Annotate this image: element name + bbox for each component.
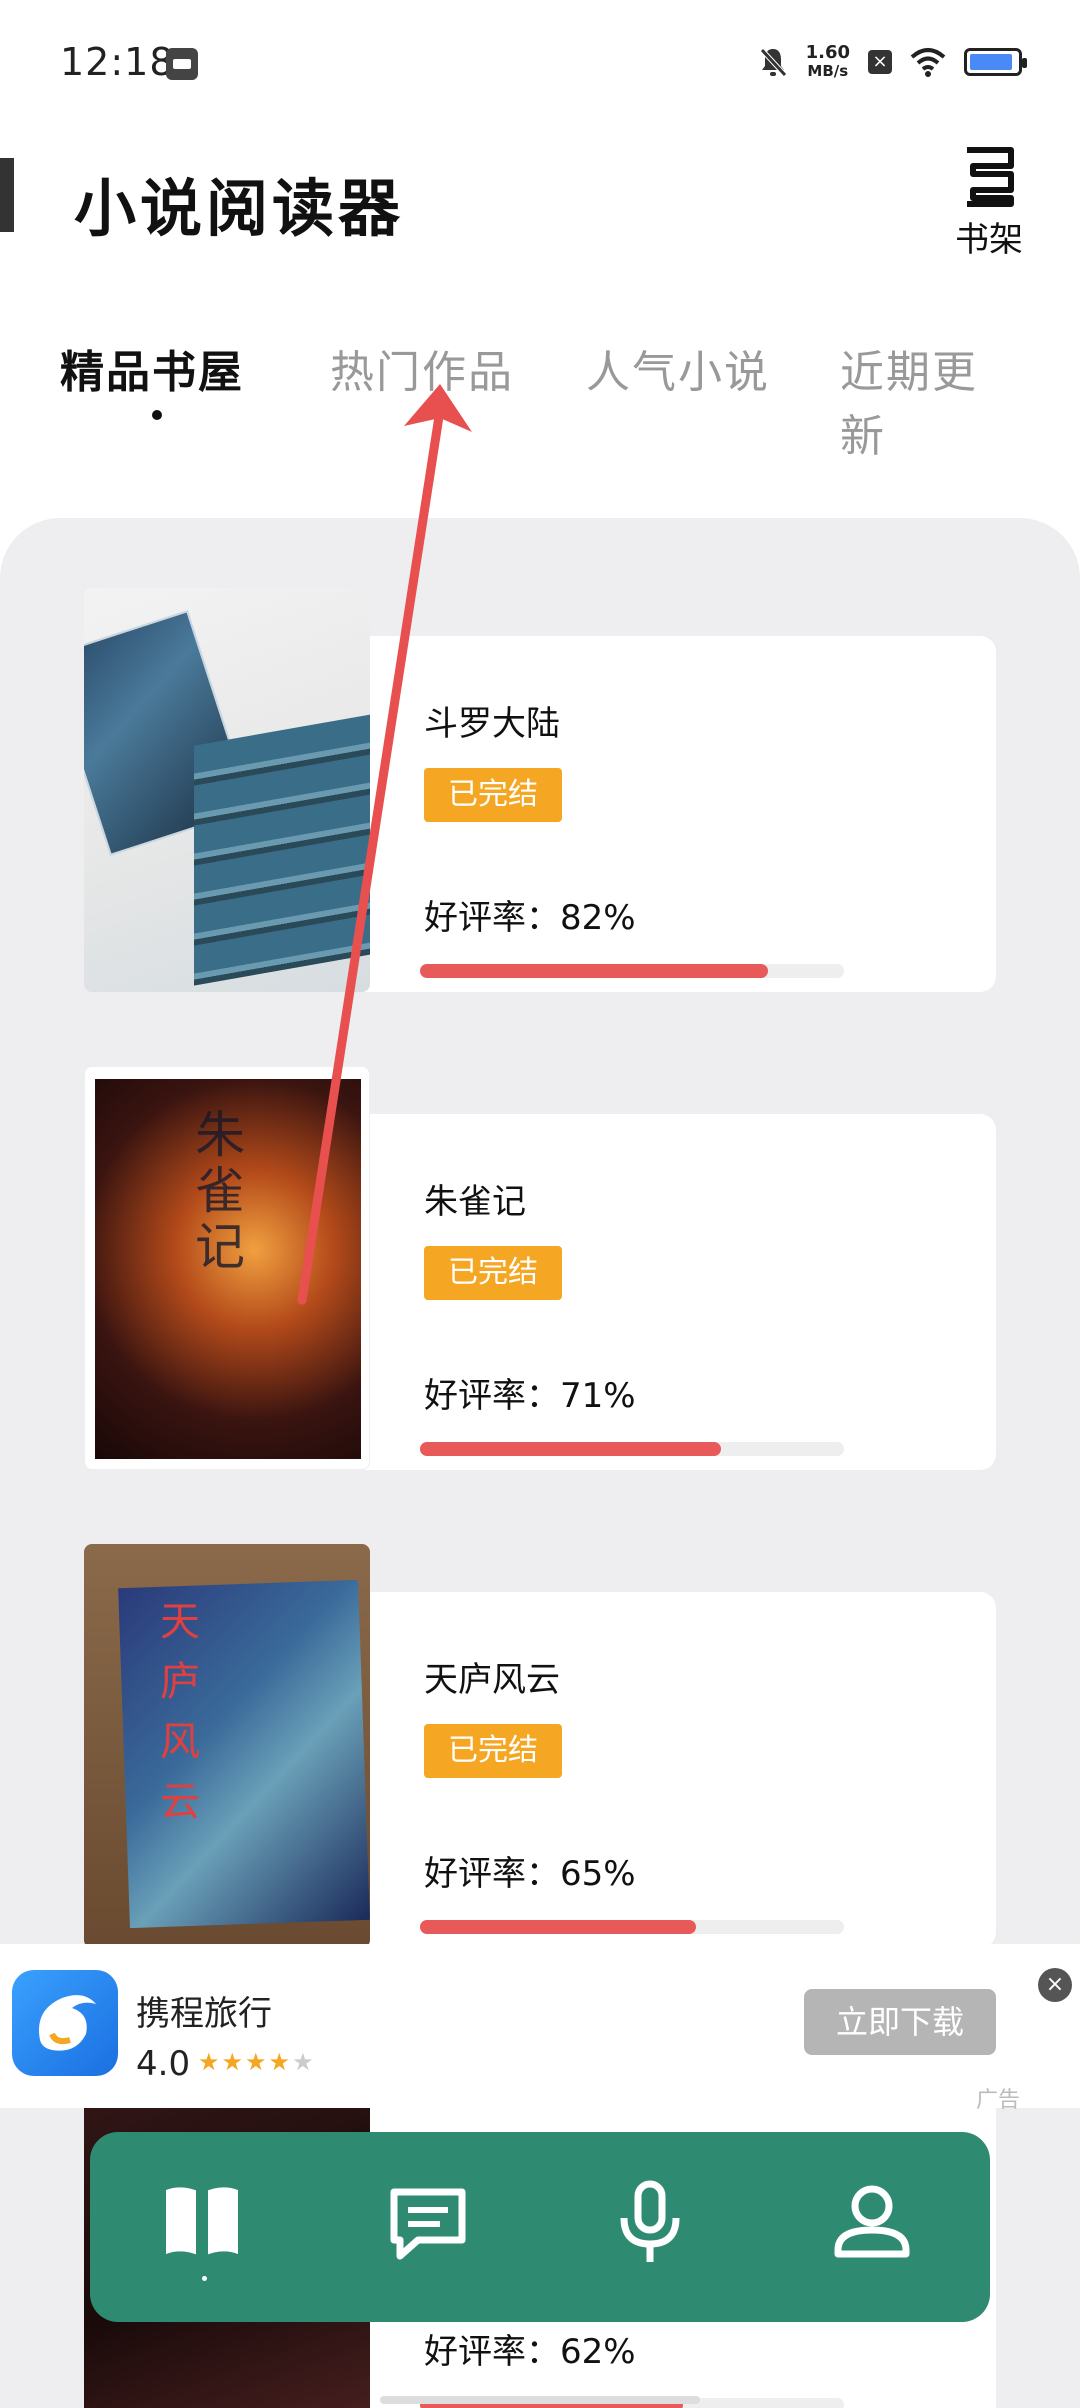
nav-voice[interactable] bbox=[600, 2172, 700, 2272]
status-badge: 已完结 bbox=[424, 1724, 562, 1778]
book-item[interactable]: 天庐风云 天庐风云 已完结 好评率：65% bbox=[84, 1544, 996, 1948]
book-cover: 朱雀记 bbox=[84, 1066, 370, 1470]
rating-text: 好评率：65% bbox=[424, 1854, 636, 1894]
active-nav-indicator bbox=[202, 2276, 207, 2281]
rating-bar-fill bbox=[420, 964, 768, 978]
rating-bar-fill bbox=[420, 1442, 722, 1456]
network-speed: 1.60 MB/s bbox=[805, 42, 850, 81]
bookshelf-label: 书架 bbox=[955, 220, 1023, 260]
speed-unit: MB/s bbox=[807, 62, 849, 80]
close-ad-icon[interactable]: × bbox=[1038, 1968, 1072, 2002]
active-tab-indicator bbox=[152, 410, 162, 420]
tab-popular[interactable]: 人气小说 bbox=[586, 336, 770, 400]
rating-bar-fill bbox=[420, 1920, 696, 1934]
book-title: 朱雀记 bbox=[424, 1182, 526, 1222]
battery-icon bbox=[964, 48, 1027, 76]
tab-hot[interactable]: 热门作品 bbox=[330, 336, 514, 400]
rating-bar bbox=[420, 964, 844, 978]
nav-profile[interactable] bbox=[822, 2172, 922, 2272]
ad-banner[interactable]: 携程旅行 4.0 ★★★★★ 立即下载 × 广告 bbox=[0, 1944, 1080, 2113]
rating-bar bbox=[420, 1442, 844, 1456]
calendar-notification-icon bbox=[166, 48, 198, 80]
status-badge: 已完结 bbox=[424, 1246, 562, 1300]
rating-text: 好评率：62% bbox=[424, 2332, 636, 2372]
chat-icon bbox=[390, 2188, 466, 2260]
status-time: 12:18 bbox=[60, 40, 175, 84]
app-title: 小说阅读器 bbox=[74, 172, 405, 245]
bookshelf-icon bbox=[967, 147, 1014, 207]
speed-value: 1.60 bbox=[805, 42, 850, 63]
nav-book[interactable] bbox=[152, 2172, 252, 2272]
book-title: 斗罗大陆 bbox=[424, 704, 560, 744]
book-cover bbox=[84, 588, 370, 992]
status-badge: 已完结 bbox=[424, 768, 562, 822]
book-icon bbox=[166, 2187, 238, 2258]
dolphin-icon bbox=[38, 1995, 96, 2051]
microphone-icon bbox=[620, 2180, 680, 2262]
rating-bar bbox=[420, 1920, 844, 1934]
bookshelf-button[interactable]: 书架 bbox=[954, 146, 1024, 261]
rating-text: 好评率：82% bbox=[424, 898, 636, 938]
tab-featured[interactable]: 精品书屋 bbox=[60, 336, 244, 400]
ctrip-logo bbox=[12, 1970, 118, 2076]
bottom-nav bbox=[90, 2132, 990, 2322]
mute-bell-icon bbox=[759, 48, 787, 77]
ad-stars: ★★★★★ bbox=[198, 2048, 316, 2076]
book-item[interactable]: 朱雀记 朱雀记 已完结 好评率：71% bbox=[84, 1066, 996, 1470]
header-accent-bar bbox=[0, 158, 14, 232]
nav-messages[interactable] bbox=[378, 2172, 478, 2272]
status-bar: 12:18 1.60 MB/s × bbox=[0, 0, 1080, 120]
ad-score: 4.0 bbox=[136, 2044, 191, 2084]
star-icons: ★★★★ bbox=[198, 2048, 293, 2076]
book-cover: 天庐风云 bbox=[84, 1544, 370, 1948]
home-indicator bbox=[380, 2396, 700, 2404]
tab-recent[interactable]: 近期更新 bbox=[840, 336, 1020, 464]
wifi-icon bbox=[910, 48, 946, 77]
ad-tag: 广告 bbox=[976, 2088, 1021, 2113]
book-item[interactable]: 斗罗大陆 已完结 好评率：82% bbox=[84, 588, 996, 992]
rating-text: 好评率：71% bbox=[424, 1376, 636, 1416]
book-title: 天庐风云 bbox=[424, 1660, 560, 1700]
no-sim-icon: × bbox=[868, 50, 892, 74]
download-button[interactable]: 立即下载 bbox=[804, 1989, 996, 2055]
ad-app-name: 携程旅行 bbox=[136, 1994, 272, 2034]
empty-star-icon: ★ bbox=[292, 2048, 316, 2076]
profile-icon bbox=[834, 2185, 910, 2258]
category-tabs: 精品书屋 热门作品 人气小说 近期更新 bbox=[60, 336, 1020, 462]
